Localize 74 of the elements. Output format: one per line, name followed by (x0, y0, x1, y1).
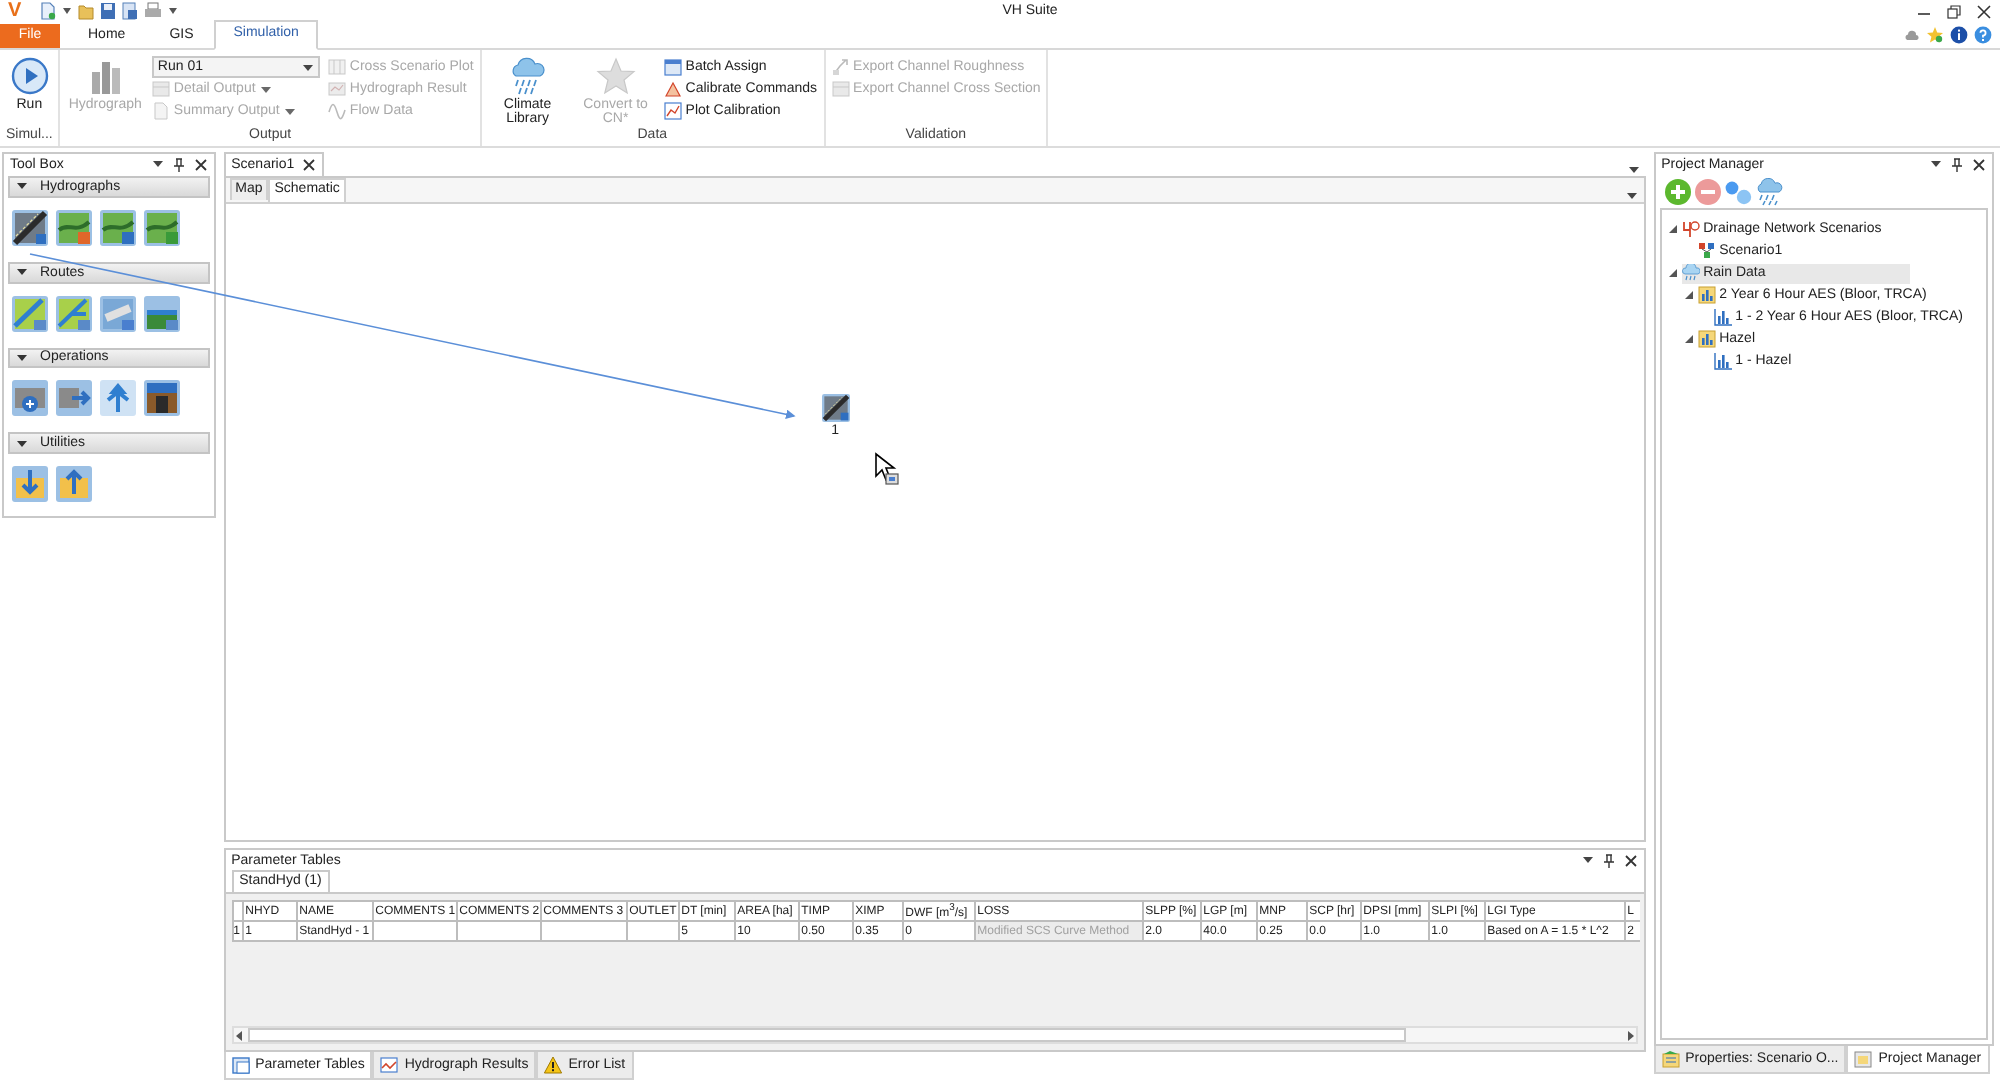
help-icon[interactable] (1974, 26, 1992, 44)
customize-icon[interactable] (167, 6, 178, 16)
cloud-rain-icon (507, 56, 548, 96)
pin-icon[interactable] (171, 157, 186, 171)
slope-icon[interactable] (821, 394, 850, 422)
expand-icon[interactable] (1683, 334, 1694, 344)
grid-icon (327, 58, 346, 76)
wave-icon (327, 102, 346, 120)
save-icon[interactable] (99, 2, 116, 20)
pin-icon[interactable] (1950, 157, 1964, 171)
network-icon (1681, 220, 1700, 238)
triangle-chart-icon (663, 80, 682, 98)
network-icon (1697, 242, 1716, 260)
save-as-icon[interactable] (121, 2, 138, 20)
table-icon (151, 80, 170, 98)
close-icon[interactable] (193, 157, 208, 171)
dots-icon[interactable] (1723, 177, 1752, 205)
star-icon (595, 56, 636, 96)
caret-icon (16, 180, 28, 193)
window-icon (1854, 1050, 1873, 1068)
close-icon[interactable] (1972, 157, 1986, 171)
river-icon[interactable] (56, 295, 92, 331)
upload-icon[interactable] (56, 466, 92, 502)
landscape-icon[interactable] (144, 209, 180, 246)
scrollbar-thumb[interactable] (247, 1028, 1406, 1042)
split-arrow-icon[interactable] (100, 380, 136, 417)
caret-icon (16, 266, 28, 279)
close-icon[interactable] (302, 158, 317, 172)
caret-icon (16, 437, 28, 450)
properties-icon (1661, 1050, 1680, 1068)
dropdown-icon[interactable] (61, 6, 72, 16)
pipe-icon[interactable] (100, 295, 136, 331)
run-icon (9, 56, 50, 96)
line-chart-icon (663, 102, 682, 120)
cloud-rain-icon[interactable] (1753, 177, 1784, 205)
chart-icon (327, 80, 346, 98)
caret-icon (16, 351, 28, 364)
bar-chart-icon (1713, 352, 1732, 370)
landscape-icon[interactable] (100, 209, 136, 246)
document-icon (151, 102, 170, 120)
channel-icon[interactable] (144, 295, 180, 331)
star-icon[interactable] (1926, 26, 1944, 44)
restore-icon[interactable] (1946, 3, 1962, 19)
close-icon[interactable] (1976, 3, 1992, 19)
add-icon[interactable] (12, 380, 48, 417)
app-logo: V (8, 1, 22, 21)
reservoir-icon[interactable] (144, 380, 180, 417)
dropdown-icon[interactable] (1930, 158, 1942, 170)
caret-icon (301, 61, 314, 73)
scroll-right-icon[interactable] (1625, 1029, 1636, 1041)
table-icon (231, 1056, 250, 1074)
warning-icon (544, 1056, 563, 1074)
cloud-icon[interactable] (1904, 27, 1920, 43)
export-icon (831, 58, 850, 76)
expand-icon[interactable] (1667, 224, 1678, 234)
table-icon (831, 80, 850, 98)
pin-icon[interactable] (1601, 853, 1616, 867)
dropdown-icon[interactable] (151, 158, 164, 170)
cursor-icon (874, 452, 900, 486)
cloud-rain-icon (1681, 264, 1700, 282)
landscape-icon[interactable] (56, 209, 92, 246)
bar-chart-icon (1713, 308, 1732, 326)
slope-icon[interactable] (12, 209, 48, 246)
info-icon[interactable] (1950, 26, 1968, 44)
bar-chart-icon (1697, 286, 1716, 304)
dropdown-icon[interactable] (1581, 854, 1594, 866)
chart-icon (380, 1056, 399, 1074)
expand-icon[interactable] (1667, 268, 1678, 278)
river-icon[interactable] (12, 295, 48, 331)
expand-icon[interactable] (1683, 290, 1694, 300)
calendar-icon (663, 58, 682, 76)
download-icon[interactable] (12, 466, 48, 502)
bar-chart-icon (1697, 330, 1716, 348)
close-icon[interactable] (1623, 853, 1638, 867)
